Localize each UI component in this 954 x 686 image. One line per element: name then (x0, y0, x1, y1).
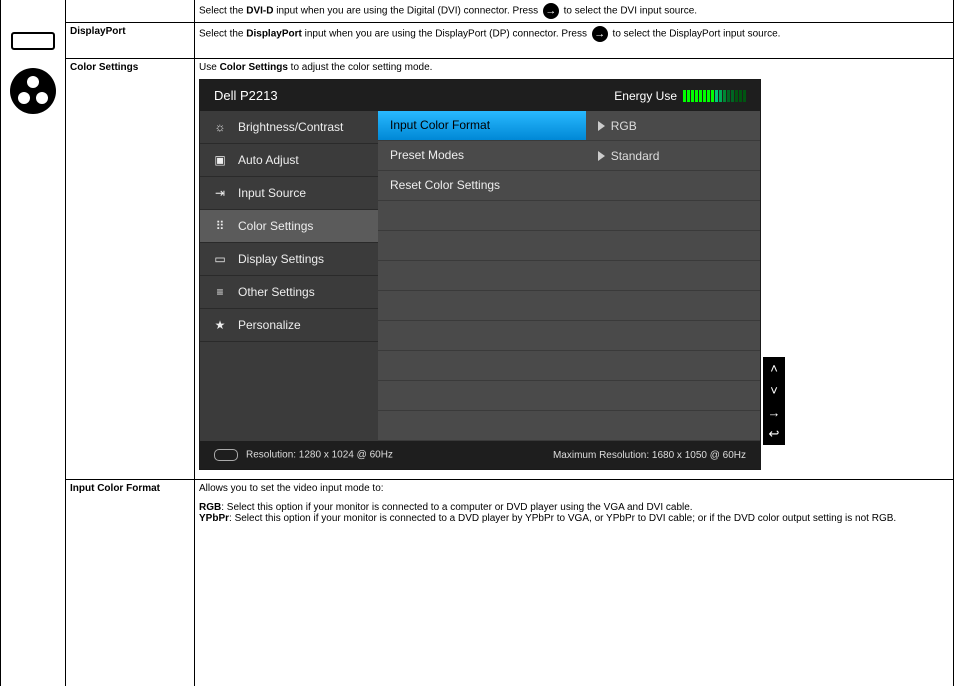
osd-option-value: RGB (586, 111, 760, 140)
energy-bars-icon (683, 90, 746, 102)
osd-menu: Dell P2213 Energy Use ☼ Brightness/Contra… (199, 79, 761, 470)
osd-wrapper: Dell P2213 Energy Use ☼ Brightness/Contra… (199, 79, 949, 470)
osd-side-buttons: ˄ ˅ → ↩ (763, 357, 785, 445)
label-color-settings: Color Settings (66, 59, 195, 480)
sidebar-item-label: Other Settings (238, 285, 315, 299)
text: Allows you to set the video input mode t… (199, 483, 949, 494)
osd-option-label: Input Color Format (378, 111, 586, 140)
text-bold: RGB (199, 502, 221, 513)
osd-row-empty (378, 231, 760, 261)
text: input when you are using the Digital (DV… (274, 6, 541, 17)
nav-up-button[interactable]: ˄ (763, 357, 785, 379)
osd-row-empty (378, 201, 760, 231)
text-bold: DVI-D (246, 6, 273, 17)
display-settings-icon: ▭ (212, 251, 228, 267)
chevron-right-icon (598, 151, 605, 161)
icon-cell-color-settings (1, 59, 66, 686)
osd-sidebar: ☼ Brightness/Contrast ▣ Auto Adjust ⇥ Input… (200, 111, 378, 441)
text: input when you are using the DisplayPort… (302, 29, 590, 40)
other-settings-icon: ≡ (212, 284, 228, 300)
osd-row-empty (378, 291, 760, 321)
text: to select the DVI input source. (561, 6, 697, 17)
sidebar-item-label: Display Settings (238, 252, 324, 266)
input-color-format-description: Allows you to set the video input mode t… (195, 480, 954, 686)
osd-row-preset-modes[interactable]: Preset Modes Standard (378, 141, 760, 171)
icon-cell-displayport (1, 23, 66, 59)
nav-back-button[interactable]: ↩ (763, 423, 785, 445)
osd-resolution: Resolution: 1280 x 1024 @ 60Hz (214, 449, 393, 461)
osd-option-value: Standard (586, 141, 760, 170)
sidebar-item-other-settings[interactable]: ≡ Other Settings (200, 276, 378, 309)
auto-adjust-icon: ▣ (212, 152, 228, 168)
osd-row-input-color-format[interactable]: Input Color Format RGB (378, 111, 760, 141)
nav-right-button[interactable]: → (763, 401, 785, 423)
sidebar-item-personalize[interactable]: ★ Personalize (200, 309, 378, 342)
text: Select the (199, 29, 246, 40)
text: Use (199, 62, 220, 73)
arrow-right-icon: → (592, 26, 608, 42)
displayport-description: Select the DisplayPort input when you ar… (195, 23, 954, 59)
text: Select the (199, 6, 246, 17)
sidebar-item-display-settings[interactable]: ▭ Display Settings (200, 243, 378, 276)
osd-row-empty (378, 261, 760, 291)
osd-row-reset-color[interactable]: Reset Color Settings (378, 171, 760, 201)
dvid-description: Select the DVI-D input when you are usin… (195, 0, 954, 23)
osd-title: Dell P2213 (214, 88, 278, 103)
color-settings-icon (10, 68, 56, 114)
nav-down-button[interactable]: ˅ (763, 379, 785, 401)
text: : Select this option if your monitor is … (221, 502, 692, 513)
osd-option-label: Preset Modes (378, 141, 586, 170)
sidebar-item-label: Personalize (238, 318, 301, 332)
osd-row-empty (378, 411, 760, 441)
sidebar-item-brightness[interactable]: ☼ Brightness/Contrast (200, 111, 378, 144)
icon-cell-blank (1, 0, 66, 23)
color-settings-small-icon: ⠿ (212, 218, 228, 234)
label-input-color-format: Input Color Format (66, 480, 195, 686)
osd-body: ☼ Brightness/Contrast ▣ Auto Adjust ⇥ Input… (200, 111, 760, 441)
sidebar-item-label: Color Settings (238, 219, 313, 233)
resolution-text: Resolution: 1280 x 1024 @ 60Hz (246, 450, 393, 461)
sidebar-item-label: Input Source (238, 186, 306, 200)
osd-row-empty (378, 321, 760, 351)
sidebar-item-label: Brightness/Contrast (238, 120, 343, 134)
osd-max-resolution: Maximum Resolution: 1680 x 1050 @ 60Hz (553, 450, 746, 461)
sidebar-item-color-settings[interactable]: ⠿ Color Settings (200, 210, 378, 243)
sidebar-item-label: Auto Adjust (238, 153, 299, 167)
brightness-icon: ☼ (212, 119, 228, 135)
text-bold: DisplayPort (246, 29, 302, 40)
text-bold: Color Settings (220, 62, 288, 73)
osd-row-empty (378, 351, 760, 381)
text: to select the DisplayPort input source. (610, 29, 781, 40)
energy-label: Energy Use (614, 89, 677, 103)
input-source-icon: ⇥ (212, 185, 228, 201)
osd-content: Input Color Format RGB Preset Modes Stan… (378, 111, 760, 441)
sidebar-item-auto-adjust[interactable]: ▣ Auto Adjust (200, 144, 378, 177)
text-bold: YPbPr (199, 513, 229, 524)
text: : Select this option if your monitor is … (229, 513, 896, 524)
osd-option-value (586, 171, 760, 200)
displayport-connector-icon (11, 32, 55, 50)
sidebar-item-input-source[interactable]: ⇥ Input Source (200, 177, 378, 210)
energy-use: Energy Use (614, 89, 746, 103)
star-icon: ★ (212, 317, 228, 333)
osd-footer: Resolution: 1280 x 1024 @ 60Hz Maximum R… (200, 441, 760, 469)
label-displayport: DisplayPort (66, 23, 195, 59)
osd-header: Dell P2213 Energy Use (200, 80, 760, 111)
value-text: Standard (611, 149, 660, 163)
resolution-icon (214, 449, 238, 461)
chevron-right-icon (598, 121, 605, 131)
text: to adjust the color setting mode. (288, 62, 433, 73)
label-cell-blank (66, 0, 195, 23)
osd-option-label: Reset Color Settings (378, 171, 586, 200)
value-text: RGB (611, 119, 637, 133)
osd-row-empty (378, 381, 760, 411)
arrow-right-icon: → (543, 3, 559, 19)
color-settings-description: Use Color Settings to adjust the color s… (195, 59, 954, 480)
